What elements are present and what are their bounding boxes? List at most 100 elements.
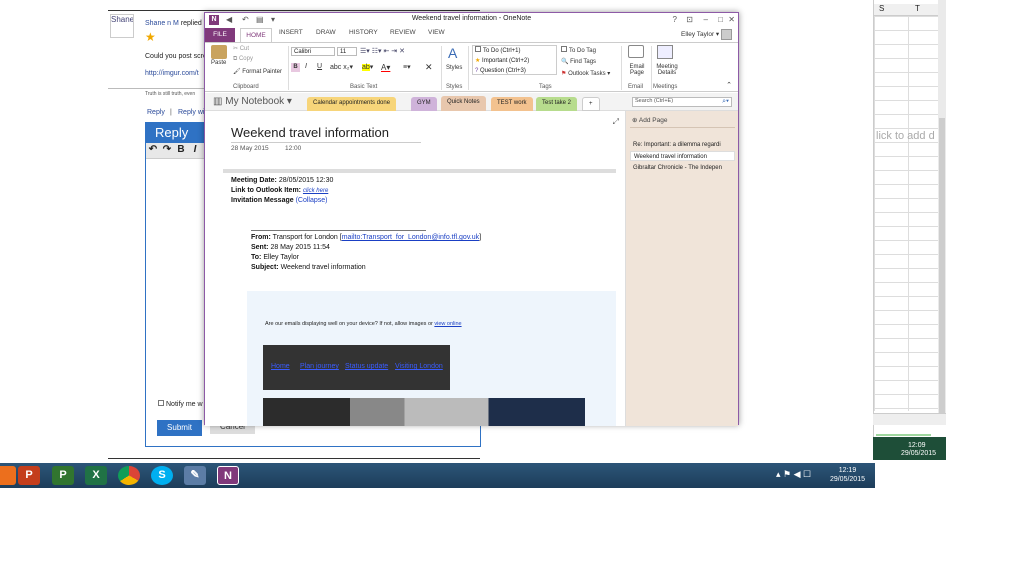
- note-container-handle[interactable]: [223, 169, 616, 173]
- vertical-scrollbar[interactable]: [938, 0, 946, 420]
- expand-icon[interactable]: ⤢: [613, 117, 619, 127]
- page-list-item[interactable]: Re: Important: a dilemma regardi: [630, 140, 735, 150]
- title-bar: N ◀ ↶ ▤ ▾ Weekend travel information - O…: [205, 13, 738, 28]
- horizontal-scrollbar[interactable]: [873, 413, 946, 425]
- search-icon[interactable]: ⌕▾: [722, 98, 729, 106]
- redo-icon[interactable]: ↷: [160, 144, 174, 155]
- highlight-icon[interactable]: ab▾: [362, 63, 373, 71]
- align-icon[interactable]: ≡▾: [403, 63, 411, 71]
- view-online-link[interactable]: view online: [434, 321, 461, 327]
- post-link[interactable]: http://imgur.com/t: [145, 70, 199, 77]
- collapse-link[interactable]: (Collapse): [296, 197, 328, 204]
- tag-important[interactable]: ★ Important (Ctrl+2): [473, 56, 556, 66]
- system-clock[interactable]: 12:19 29/05/2015: [830, 466, 865, 484]
- close-icon[interactable]: ✕: [728, 15, 735, 24]
- ribbon-display-icon[interactable]: ⊡: [686, 15, 693, 24]
- avatar: [721, 29, 732, 40]
- taskbar-app-icon[interactable]: [0, 466, 16, 485]
- nav-plan-journey-link[interactable]: Plan journey: [300, 363, 339, 370]
- font-color-icon[interactable]: A▾: [381, 63, 390, 72]
- page-list-item-selected[interactable]: Weekend travel information: [630, 151, 735, 161]
- page-canvas[interactable]: ⤢ Weekend travel information 28 May 2015…: [205, 111, 625, 426]
- chart-placeholder[interactable]: lick to add d: [876, 130, 935, 142]
- from-mail-link[interactable]: mailto:Transport_for_London@info.tfl.gov…: [342, 234, 479, 241]
- paste-button[interactable]: Paste: [211, 60, 226, 66]
- meeting-icon[interactable]: [657, 45, 673, 59]
- tab-file[interactable]: FILE: [205, 28, 235, 42]
- skype-icon[interactable]: S: [151, 466, 173, 485]
- excel-status-area: 100% 12:09 29/05/2015: [873, 430, 946, 460]
- tags-gallery[interactable]: To Do (Ctrl+1) ★ Important (Ctrl+2) ? Qu…: [472, 45, 557, 75]
- tab-draw[interactable]: DRAW: [316, 29, 336, 36]
- list-format-icons[interactable]: ☰▾ ☷▾ ⇤ ⇥ ✕: [360, 47, 405, 55]
- cut-button[interactable]: ✂ Cut: [233, 45, 249, 52]
- email-page-button[interactable]: Email Page: [626, 64, 648, 76]
- email-icon[interactable]: [628, 45, 644, 58]
- notify-checkbox[interactable]: [158, 400, 164, 406]
- nav-status-update-link[interactable]: Status update: [345, 363, 388, 370]
- column-t[interactable]: T: [915, 4, 920, 13]
- paste-icon[interactable]: [211, 45, 227, 59]
- styles-icon[interactable]: A: [448, 45, 457, 61]
- todo-tag-button[interactable]: To Do Tag: [561, 46, 596, 54]
- meeting-details-button[interactable]: Meeting Details: [653, 64, 681, 76]
- bold-icon[interactable]: B: [174, 144, 188, 155]
- format-painter-button[interactable]: 🖌 Format Painter: [233, 68, 282, 75]
- reply-with-quote-link[interactable]: Reply wit: [178, 109, 206, 116]
- onenote-icon[interactable]: N: [217, 466, 239, 485]
- section-tab-test-take-2[interactable]: Test take 2: [536, 97, 578, 111]
- collapse-ribbon-icon[interactable]: ⌃: [726, 81, 732, 89]
- tray-icons[interactable]: ▴ ⚑ ◀ ☐: [776, 469, 811, 480]
- italic-icon[interactable]: I: [188, 144, 202, 155]
- font-size-select[interactable]: 11: [337, 47, 357, 56]
- font-name-select[interactable]: Calibri: [291, 47, 335, 56]
- minimize-icon[interactable]: –: [704, 15, 708, 24]
- add-page-button[interactable]: ⊕ Add Page: [632, 116, 667, 124]
- tab-history[interactable]: HISTORY: [349, 29, 378, 36]
- tab-view[interactable]: VIEW: [428, 29, 445, 36]
- reply-link[interactable]: Reply: [147, 109, 165, 116]
- tab-insert[interactable]: INSERT: [279, 29, 303, 36]
- tab-review[interactable]: REVIEW: [390, 29, 416, 36]
- page-list-item[interactable]: Gibraltar Chronicle - The Indepen: [630, 163, 735, 173]
- help-icon[interactable]: ?: [673, 15, 677, 24]
- powerpoint-icon[interactable]: P: [18, 466, 40, 485]
- copy-button[interactable]: ⧉ Copy: [233, 56, 253, 63]
- paint-icon[interactable]: ✎: [184, 466, 206, 485]
- cell-grid[interactable]: [874, 16, 940, 411]
- tag-question[interactable]: ? Question (Ctrl+3): [473, 66, 556, 76]
- section-tab-calendar[interactable]: Calendar appointments done: [307, 97, 397, 111]
- clear-format-icon[interactable]: ✕: [425, 62, 433, 73]
- bold-icon[interactable]: B: [291, 63, 300, 72]
- zoom-slider[interactable]: [876, 434, 931, 436]
- page-title[interactable]: Weekend travel information: [231, 125, 389, 140]
- notify-row[interactable]: Notify me w: [158, 400, 203, 408]
- scroll-thumb[interactable]: [939, 118, 945, 418]
- excel-icon[interactable]: X: [85, 466, 107, 485]
- section-tab-gym[interactable]: GYM: [411, 97, 437, 111]
- section-tab-test-work[interactable]: TEST work: [491, 97, 533, 111]
- nav-visiting-london-link[interactable]: Visiting London: [395, 363, 443, 370]
- submit-button[interactable]: Submit: [157, 420, 202, 436]
- tag-todo[interactable]: To Do (Ctrl+1): [473, 46, 556, 56]
- italic-icon[interactable]: I: [305, 63, 307, 70]
- tab-home[interactable]: HOME: [240, 28, 272, 42]
- outlook-tasks-button[interactable]: ⚑ Outlook Tasks ▾: [561, 70, 610, 77]
- strikethrough-icon[interactable]: abc x₂▾: [330, 63, 353, 71]
- notebook-selector[interactable]: ▥ My Notebook ▾: [213, 96, 292, 107]
- publisher-icon[interactable]: P: [52, 466, 74, 485]
- column-s[interactable]: S: [879, 4, 884, 13]
- maximize-icon[interactable]: □: [718, 15, 723, 24]
- author-link[interactable]: Shane n M: [145, 20, 179, 27]
- user-account[interactable]: Elley Taylor ▾: [681, 29, 732, 40]
- outlook-item-link[interactable]: click here: [303, 188, 328, 194]
- nav-home-link[interactable]: Home: [271, 363, 290, 370]
- undo-icon[interactable]: ↶: [146, 144, 160, 155]
- search-input[interactable]: Search (Ctrl+E) ⌕▾: [632, 97, 732, 107]
- find-tags-button[interactable]: 🔍 Find Tags: [561, 58, 596, 65]
- add-section-button[interactable]: +: [582, 97, 600, 111]
- chrome-icon[interactable]: [118, 466, 140, 485]
- styles-button[interactable]: Styles: [446, 65, 462, 71]
- section-tab-quick-notes[interactable]: Quick Notes: [441, 96, 486, 111]
- underline-icon[interactable]: U: [317, 63, 322, 70]
